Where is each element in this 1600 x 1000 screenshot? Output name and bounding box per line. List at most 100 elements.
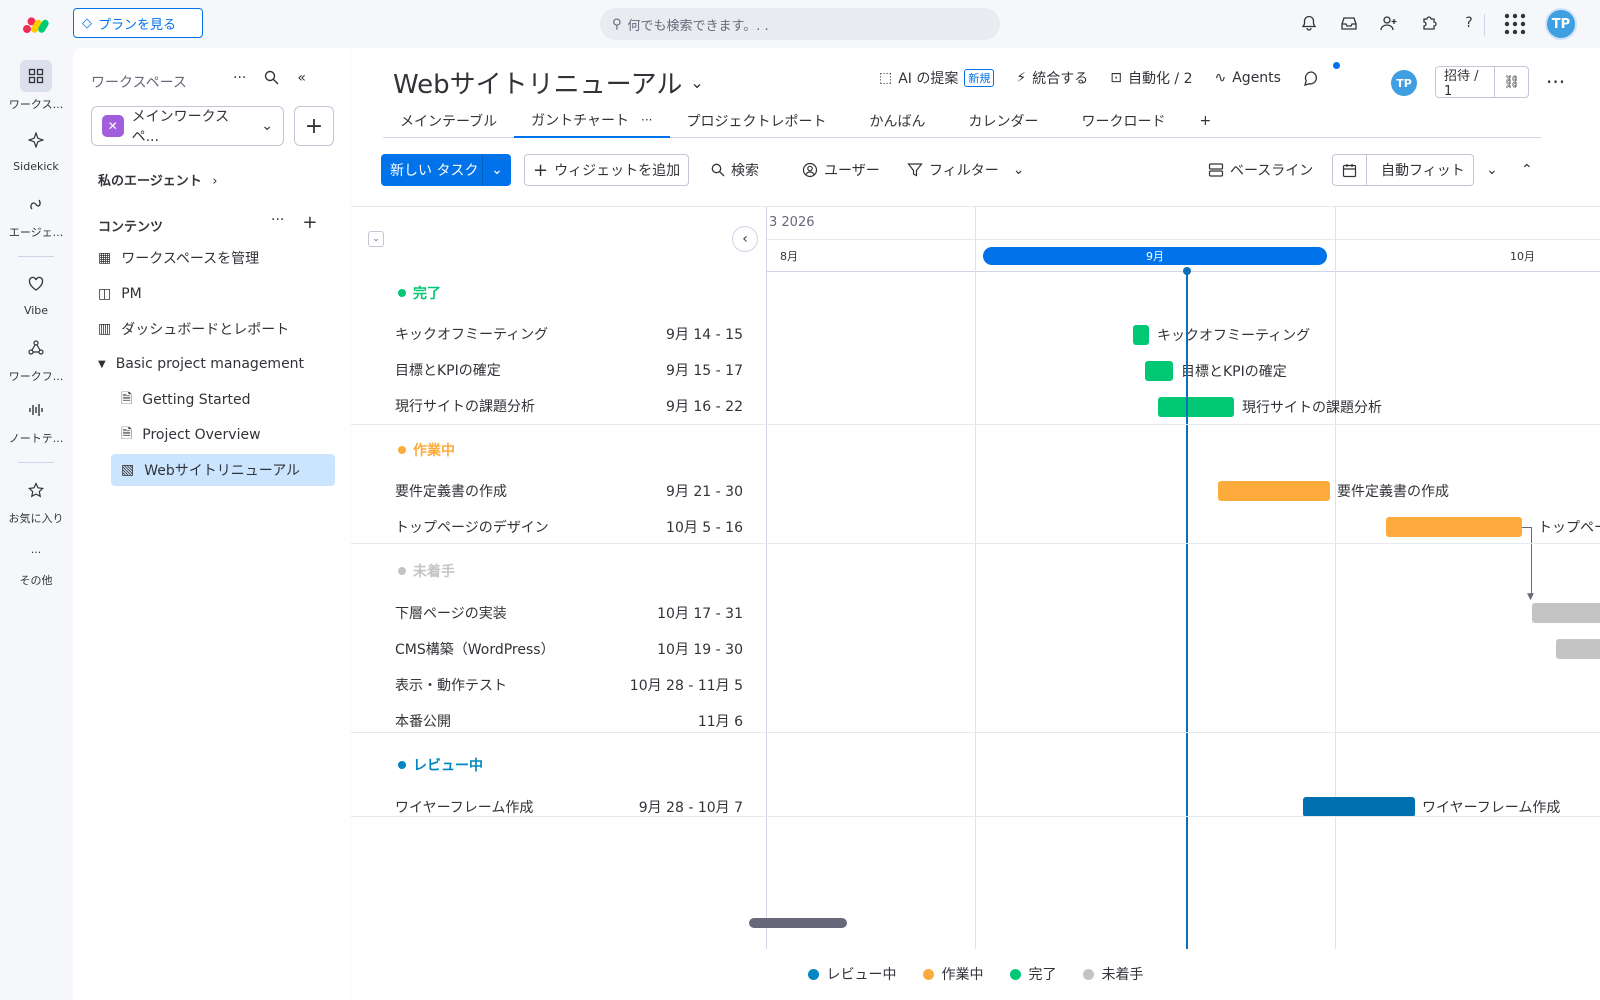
rail-item-notetaker[interactable]: ノートテ...: [0, 394, 72, 446]
task-name[interactable]: 目標とKPIの確定: [395, 360, 501, 380]
search-icon[interactable]: [264, 70, 279, 89]
task-name[interactable]: キックオフミーティング: [395, 324, 548, 344]
integrate-button[interactable]: ⚡ 統合する: [1016, 68, 1088, 88]
apps-grid-icon[interactable]: [1504, 13, 1526, 35]
task-name[interactable]: 表示・動作テスト: [395, 675, 507, 695]
user-filter-button[interactable]: ユーザー: [802, 154, 880, 186]
rail-divider: [18, 462, 54, 463]
comment-icon[interactable]: [1303, 70, 1320, 87]
help-icon[interactable]: ?: [1458, 12, 1480, 34]
link-icon[interactable]: ⛓: [1495, 67, 1528, 97]
legend-item: 完了: [1009, 964, 1057, 984]
rail-item-vibe[interactable]: Vibe: [0, 268, 72, 317]
sidebar-item-dashboards[interactable]: ▥ ダッシュボードとレポート: [98, 313, 289, 345]
task-bar[interactable]: [1218, 481, 1330, 501]
collapse-groups-icon[interactable]: ⌄: [368, 231, 384, 247]
board-more-icon[interactable]: ···: [1546, 70, 1565, 94]
group-done[interactable]: 完了: [398, 283, 441, 303]
baseline-button[interactable]: ベースライン: [1208, 154, 1313, 186]
new-task-button[interactable]: 新しい タスク ⌄: [381, 154, 511, 186]
task-bar[interactable]: [1556, 639, 1600, 659]
sidebar-item-getting-started[interactable]: 🗎 Getting Started: [121, 384, 251, 416]
autofit-button[interactable]: 自動フィット: [1332, 154, 1474, 186]
agents-button[interactable]: ∿ Agents: [1215, 70, 1281, 86]
automation-button[interactable]: ⊡ 自動化 / 2: [1110, 68, 1192, 88]
invite-button[interactable]: 招待 / 1 ⛓: [1435, 66, 1529, 99]
inbox-icon[interactable]: [1338, 12, 1360, 34]
group-in-progress[interactable]: 作業中: [398, 440, 455, 460]
rail-item-agents[interactable]: エージェ...: [0, 188, 72, 240]
tab-main-table[interactable]: メインテーブル: [383, 104, 514, 138]
view-plans-button[interactable]: ◇ プランを見る: [73, 8, 203, 38]
group-in-review[interactable]: レビュー中: [398, 755, 483, 775]
search-icon: [711, 163, 725, 177]
horizontal-scrollbar[interactable]: [749, 918, 847, 928]
rail-item-sidekick[interactable]: Sidekick: [0, 124, 72, 173]
task-bar[interactable]: [1158, 397, 1234, 417]
puzzle-icon[interactable]: [1418, 12, 1440, 34]
task-bar[interactable]: [1532, 603, 1600, 623]
task-bar[interactable]: [1386, 517, 1522, 537]
task-name[interactable]: トップページのデザイン: [395, 517, 549, 537]
sidebar-item-pm[interactable]: ◫ PM: [98, 278, 142, 310]
task-bar[interactable]: [1133, 325, 1149, 345]
chevron-right-icon: ›: [212, 174, 218, 189]
year-label: 3 2026: [769, 215, 815, 230]
expand-all-icon[interactable]: ⌄: [1486, 154, 1498, 186]
task-name[interactable]: 下層ページの実装: [395, 603, 507, 623]
chevron-down-icon[interactable]: ⌄: [483, 162, 511, 178]
tab-more-icon[interactable]: ···: [641, 113, 652, 127]
chevron-down-icon: ⌄: [1012, 162, 1025, 178]
board-member-avatar[interactable]: TP: [1391, 70, 1417, 96]
tab-project-report[interactable]: プロジェクトレポート: [670, 104, 844, 138]
search-button[interactable]: 検索: [711, 154, 759, 186]
tab-calendar[interactable]: カレンダー: [943, 104, 1056, 138]
workspace-selector[interactable]: ✕ メインワークスペ... ⌄: [91, 106, 284, 146]
global-search-input[interactable]: ⚲ 何でも検索できます。. .: [600, 8, 1000, 40]
rail-item-workspace[interactable]: ワークス...: [0, 60, 72, 112]
legend-item: レビュー中: [807, 964, 897, 984]
notification-dot: [1333, 62, 1340, 69]
rail-item-more[interactable]: ··· その他: [0, 536, 72, 588]
add-icon[interactable]: +: [302, 212, 317, 233]
task-bar[interactable]: [1145, 361, 1173, 381]
my-agents-link[interactable]: 私のエージェント ›: [98, 170, 217, 189]
task-name[interactable]: CMS構築（WordPress）: [395, 639, 555, 659]
sidebar-item-manage-workspace[interactable]: ▦ ワークスペースを管理: [98, 242, 259, 274]
sidebar-item-web-renewal[interactable]: ▧ Webサイトリニューアル: [111, 454, 335, 486]
more-icon[interactable]: ···: [271, 212, 284, 233]
invite-user-icon[interactable]: [1378, 12, 1400, 34]
sidebar-item-project-overview[interactable]: 🗎 Project Overview: [121, 419, 261, 451]
collapse-sidebar-icon[interactable]: «: [297, 70, 306, 89]
tab-kanban[interactable]: かんばん: [844, 104, 943, 138]
user-avatar[interactable]: TP: [1545, 8, 1577, 40]
tab-workload[interactable]: ワークロード: [1056, 104, 1183, 138]
more-icon[interactable]: ···: [233, 70, 246, 89]
task-name[interactable]: ワイヤーフレーム作成: [395, 797, 533, 817]
add-view-button[interactable]: +: [1183, 104, 1229, 138]
rail-item-favorites[interactable]: お気に入り: [0, 474, 72, 526]
sidebar-heading: ワークスペース: [91, 75, 187, 91]
tab-gantt[interactable]: ガントチャート ···: [514, 104, 670, 138]
heart-icon: [28, 276, 44, 291]
task-name[interactable]: 本番公開: [395, 711, 451, 731]
add-widget-button[interactable]: + ウィジェットを追加: [524, 154, 690, 186]
filter-button[interactable]: フィルター ⌄: [907, 154, 1024, 186]
add-workspace-button[interactable]: +: [294, 106, 334, 146]
rail-item-workflow[interactable]: ワークフ...: [0, 332, 72, 384]
bell-icon[interactable]: [1298, 12, 1320, 34]
task-name[interactable]: 要件定義書の作成: [395, 481, 507, 501]
task-date: 11月 6: [697, 714, 743, 730]
board-title[interactable]: Webサイトリニューアル ⌄: [393, 64, 704, 101]
board-actions: ⬚ AI の提案 新規 ⚡ 統合する ⊡ 自動化 / 2 ∿ Agents: [879, 68, 1320, 88]
chevron-left-icon[interactable]: ‹: [732, 226, 758, 252]
group-not-started[interactable]: 未着手: [398, 561, 455, 581]
collapse-toolbar-icon[interactable]: ⌃: [1521, 154, 1533, 186]
ai-suggest-button[interactable]: ⬚ AI の提案 新規: [879, 68, 995, 88]
sidebar-folder-basic-pm[interactable]: ▼ Basic project management: [98, 348, 304, 380]
today-marker: [1183, 267, 1191, 275]
task-name[interactable]: 現行サイトの課題分析: [395, 396, 535, 416]
plug-icon: ⚡: [1016, 70, 1027, 86]
monday-logo[interactable]: [22, 14, 56, 34]
task-bar[interactable]: [1303, 797, 1415, 817]
